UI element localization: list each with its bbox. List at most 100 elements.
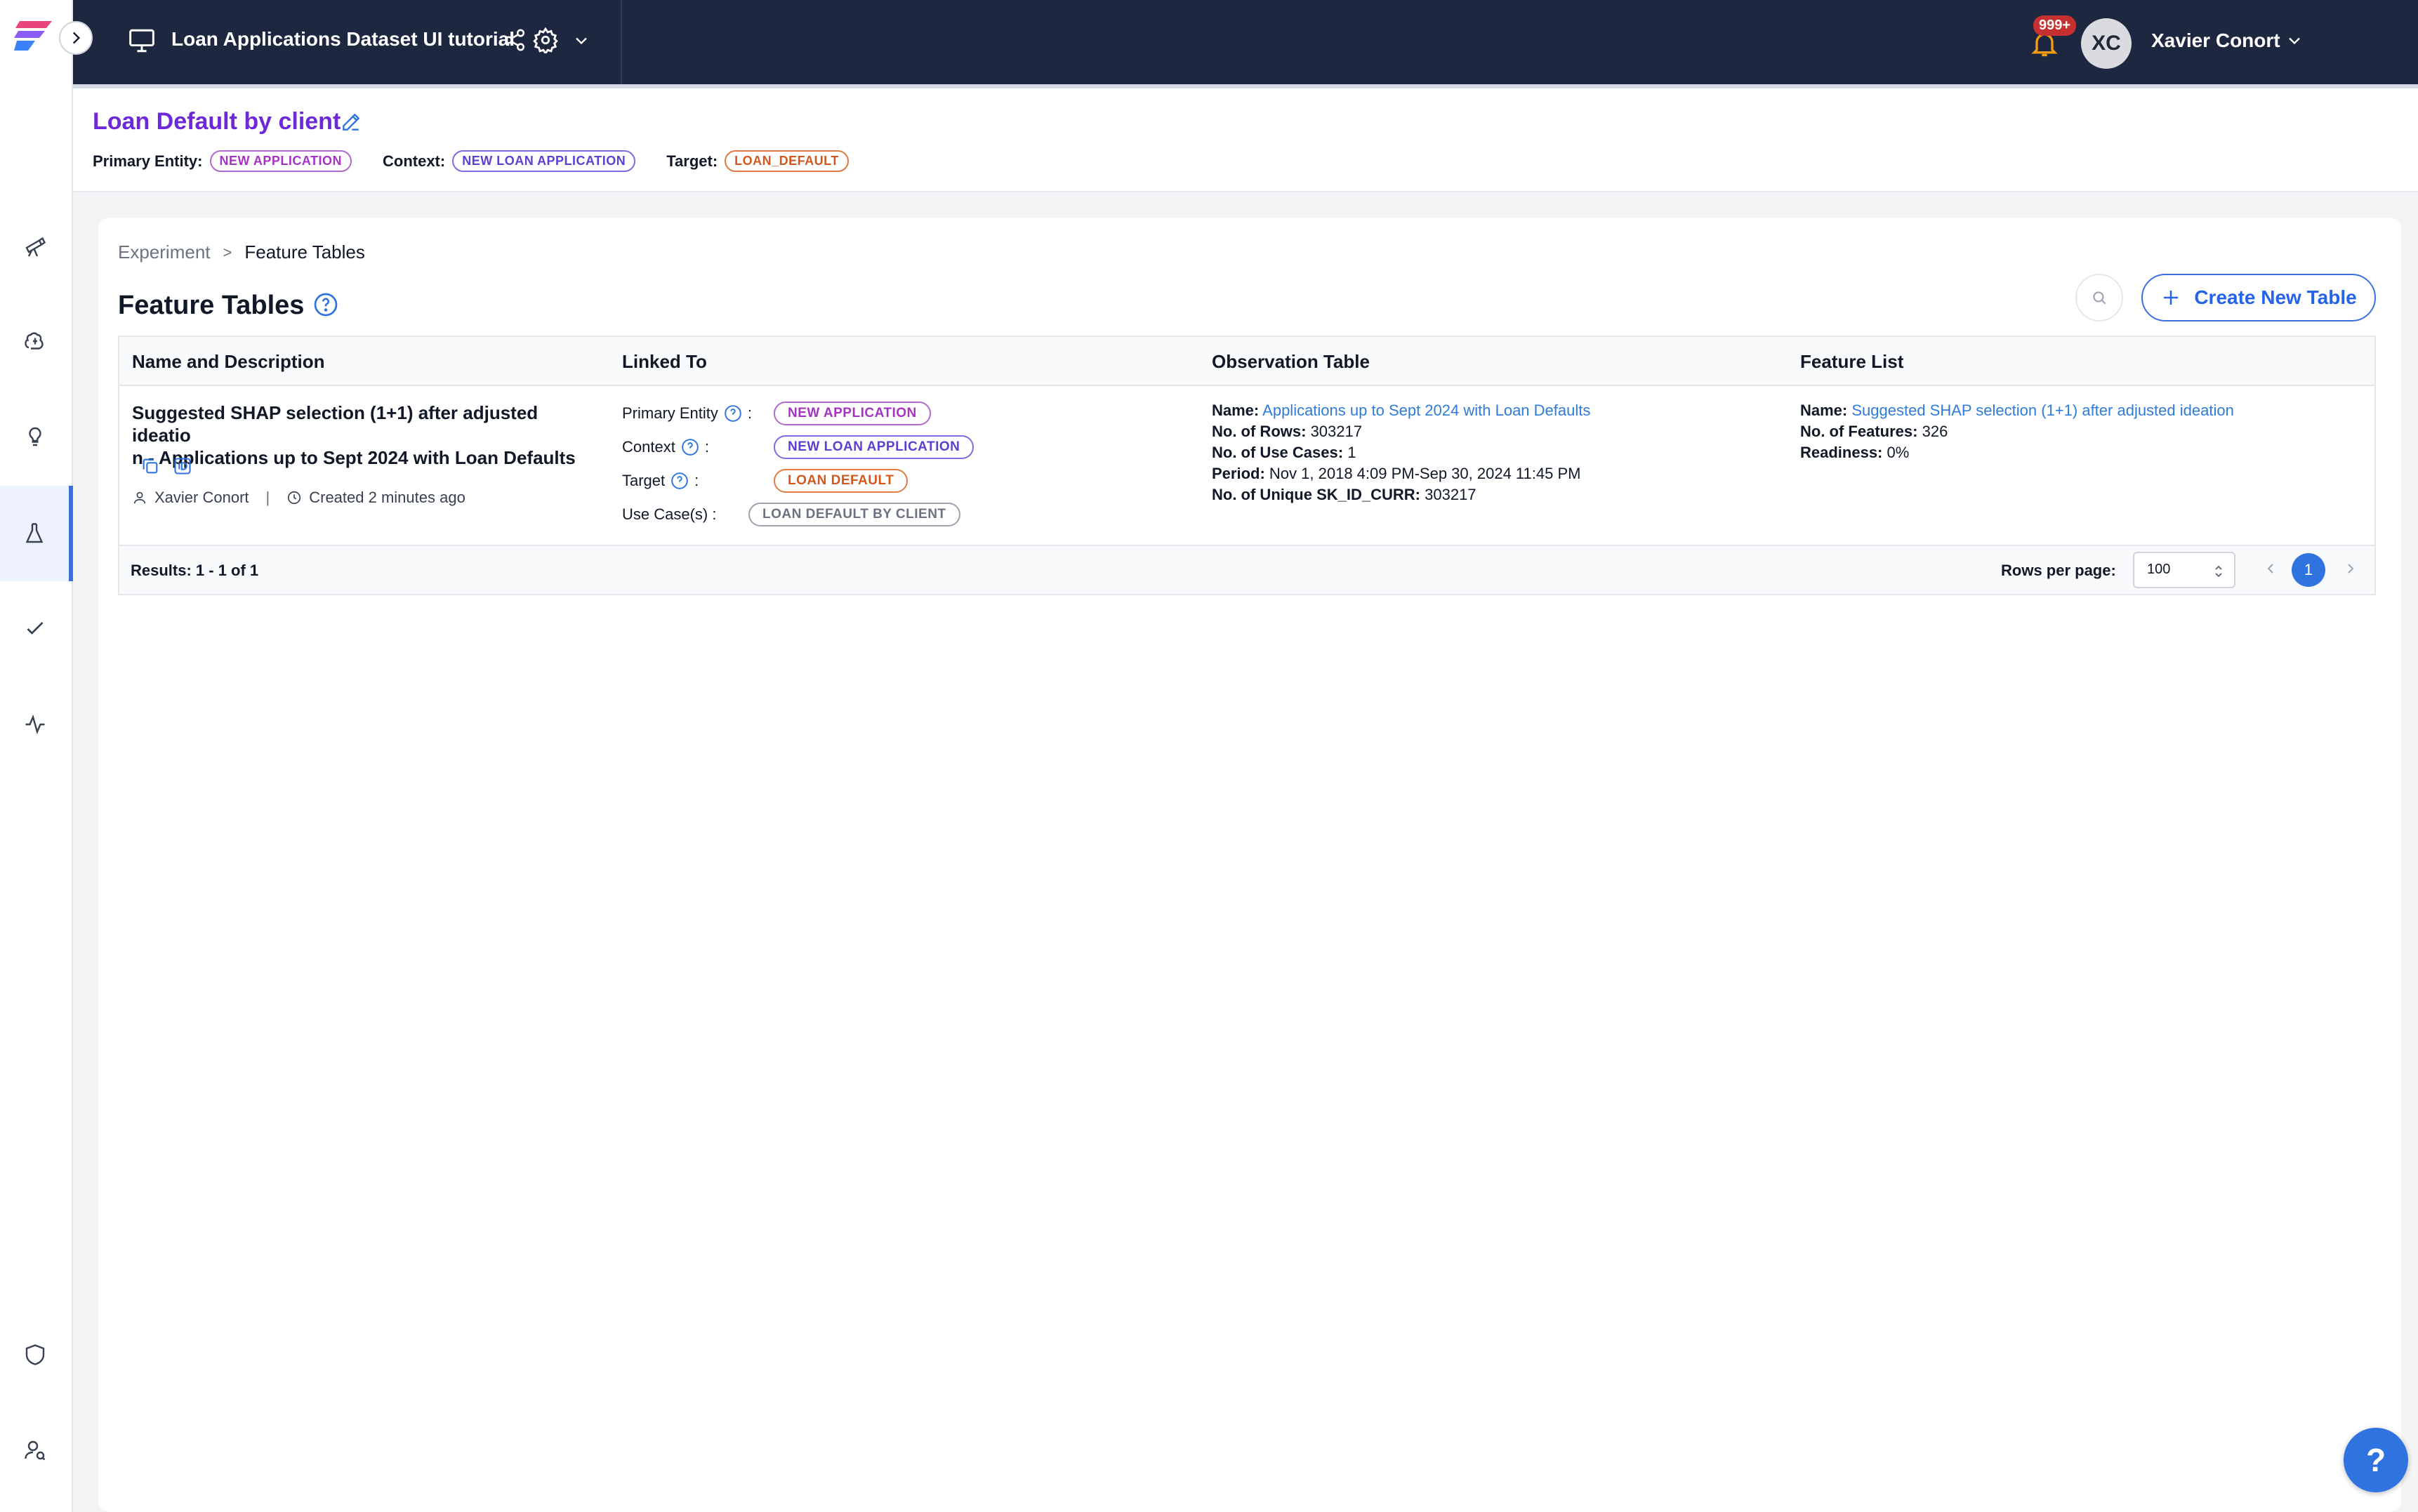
help-circle-icon[interactable] <box>681 438 699 456</box>
fl-features-label: No. of Features: <box>1800 423 1918 440</box>
fl-name-label: Name: <box>1800 402 1848 419</box>
linked-use-cases-label: Use Case(s) : <box>622 505 717 523</box>
context-label: Context: <box>383 152 446 170</box>
create-new-table-label: Create New Table <box>2194 286 2357 308</box>
linked-primary-entity-pill[interactable]: NEW APPLICATION <box>774 402 931 425</box>
table-row[interactable]: Suggested SHAP selection (1+1) after adj… <box>119 386 2374 546</box>
linked-context-pill-wrap: NEW LOAN APPLICATION <box>774 435 975 459</box>
fl-readiness-label: Readiness: <box>1800 444 1883 461</box>
linked-primary-entity: Primary Entity : <box>622 404 752 423</box>
rows-per-page-select[interactable]: 100 <box>2133 552 2235 588</box>
feature-table-name[interactable]: Suggested SHAP selection (1+1) after adj… <box>132 402 595 469</box>
target-pill[interactable]: LOAN_DEFAULT <box>725 150 849 172</box>
app-logo[interactable] <box>14 18 56 53</box>
obs-period-label: Period: <box>1212 465 1265 482</box>
linked-to-cell: Primary Entity : NEW APPLICATION Context… <box>622 386 1184 546</box>
create-new-table-button[interactable]: Create New Table <box>2141 274 2376 321</box>
sidebar-item-approve[interactable] <box>0 581 70 677</box>
linked-primary-entity-label: Primary Entity <box>622 404 718 422</box>
linked-context-pill[interactable]: NEW LOAN APPLICATION <box>774 435 975 459</box>
sidebar-expand-button[interactable] <box>59 21 93 55</box>
plus-icon <box>2164 291 2179 305</box>
context-pill[interactable]: NEW LOAN APPLICATION <box>452 150 636 172</box>
fl-name-link[interactable]: Suggested SHAP selection (1+1) after adj… <box>1851 402 2233 419</box>
help-circle-icon[interactable] <box>313 292 338 317</box>
row-meta-separator: | <box>265 489 270 506</box>
notification-badge: 999+ <box>2033 15 2077 36</box>
updown-chevron-icon <box>2215 565 2222 578</box>
clock-icon <box>288 491 301 505</box>
feature-table-name-line1: Suggested SHAP selection (1+1) after adj… <box>132 402 539 446</box>
breadcrumb-experiment[interactable]: Experiment <box>118 241 211 263</box>
copy-icon[interactable] <box>140 456 160 476</box>
header-feature-list: Feature List <box>1800 351 1904 372</box>
linked-use-cases: Use Case(s) : <box>622 505 716 524</box>
page-number-button[interactable]: 1 <box>2292 553 2325 587</box>
sidebar-item-admin[interactable] <box>0 1307 70 1402</box>
lightbulb-icon <box>29 427 41 446</box>
obs-use-cases-label: No. of Use Cases: <box>1212 444 1344 461</box>
user-icon <box>133 491 146 504</box>
sidebar-item-brain[interactable] <box>0 293 70 389</box>
feature-table-name-line2: n - Applications up to Sept 2024 with Lo… <box>132 447 576 468</box>
page-title: Feature Tables <box>118 291 305 320</box>
linked-context: Context : <box>622 438 709 456</box>
feature-tables-table: Name and Description Linked To Observati… <box>118 336 2376 595</box>
linked-use-case-pill-wrap: LOAN DEFAULT BY CLIENT <box>748 503 960 526</box>
edit-icon[interactable] <box>340 111 362 133</box>
flask-icon <box>25 523 44 543</box>
fl-readiness-value: 0% <box>1887 444 1910 461</box>
row-created: Created 2 minutes ago <box>309 489 465 506</box>
table-footer: Results: 1 - 1 of 1 Rows per page: 100 1 <box>119 546 2374 594</box>
sidebar-item-ideas[interactable] <box>0 389 70 484</box>
user-name[interactable]: Xavier Conort <box>2151 29 2280 52</box>
linked-colon: : <box>694 472 699 489</box>
share-icon[interactable] <box>503 28 527 52</box>
brain-icon <box>25 332 44 350</box>
primary-entity-pill[interactable]: NEW APPLICATION <box>209 150 352 172</box>
linked-target-pill[interactable]: LOAN DEFAULT <box>774 469 909 493</box>
search-icon <box>2093 291 2106 305</box>
obs-unique-value: 303217 <box>1425 486 1476 503</box>
linked-target-pill-wrap: LOAN DEFAULT <box>774 469 909 493</box>
linked-target-label: Target <box>622 472 666 489</box>
target-label: Target: <box>666 152 718 170</box>
obs-name-link[interactable]: Applications up to Sept 2024 with Loan D… <box>1262 402 1590 419</box>
activity-icon <box>25 714 45 735</box>
shield-icon <box>25 1344 45 1365</box>
observation-table-cell: Name: Applications up to Sept 2024 with … <box>1212 400 1590 505</box>
table-header: Name and Description Linked To Observati… <box>119 337 2374 386</box>
linked-use-case-pill[interactable]: LOAN DEFAULT BY CLIENT <box>748 503 960 526</box>
id-card-icon[interactable] <box>173 456 192 476</box>
fl-features-value: 326 <box>1922 423 1948 440</box>
linked-colon: : <box>747 404 753 422</box>
project-selector[interactable]: Loan Applications Dataset UI tutorial <box>73 0 622 84</box>
user-menu-chevron-icon[interactable] <box>2285 31 2304 51</box>
breadcrumb-separator: > <box>223 243 232 261</box>
help-circle-icon[interactable] <box>724 404 742 423</box>
header-observation: Observation Table <box>1212 351 1370 372</box>
use-case-header: Loan Default by client Primary Entity: N… <box>73 84 2418 192</box>
results-count: Results: 1 - 1 of 1 <box>131 562 259 579</box>
monitor-icon <box>129 29 154 53</box>
sidebar-item-monitor[interactable] <box>0 677 70 772</box>
rows-per-page-label: Rows per page: <box>2001 562 2116 579</box>
search-button[interactable] <box>2075 274 2123 321</box>
primary-entity-label: Primary Entity: <box>93 152 203 170</box>
sidebar-item-experiment[interactable] <box>0 486 73 581</box>
prev-page-icon[interactable] <box>2262 560 2279 577</box>
help-fab-button[interactable]: ? <box>2344 1428 2408 1492</box>
avatar[interactable]: XC <box>2081 18 2132 69</box>
obs-rows-value: 303217 <box>1310 423 1362 440</box>
use-case-title[interactable]: Loan Default by client <box>93 108 341 135</box>
sidebar-item-telescope[interactable] <box>0 198 70 293</box>
linked-colon: : <box>704 438 709 456</box>
linked-context-label: Context <box>622 438 675 456</box>
chevron-down-icon[interactable] <box>572 31 591 51</box>
next-page-icon[interactable] <box>2342 560 2359 577</box>
sidebar-item-users[interactable] <box>0 1402 70 1498</box>
help-circle-icon[interactable] <box>670 472 689 490</box>
gear-icon[interactable] <box>532 27 559 53</box>
linked-primary-entity-pill-wrap: NEW APPLICATION <box>774 402 931 425</box>
top-bar: Loan Applications Dataset UI tutorial 99… <box>73 0 2418 84</box>
